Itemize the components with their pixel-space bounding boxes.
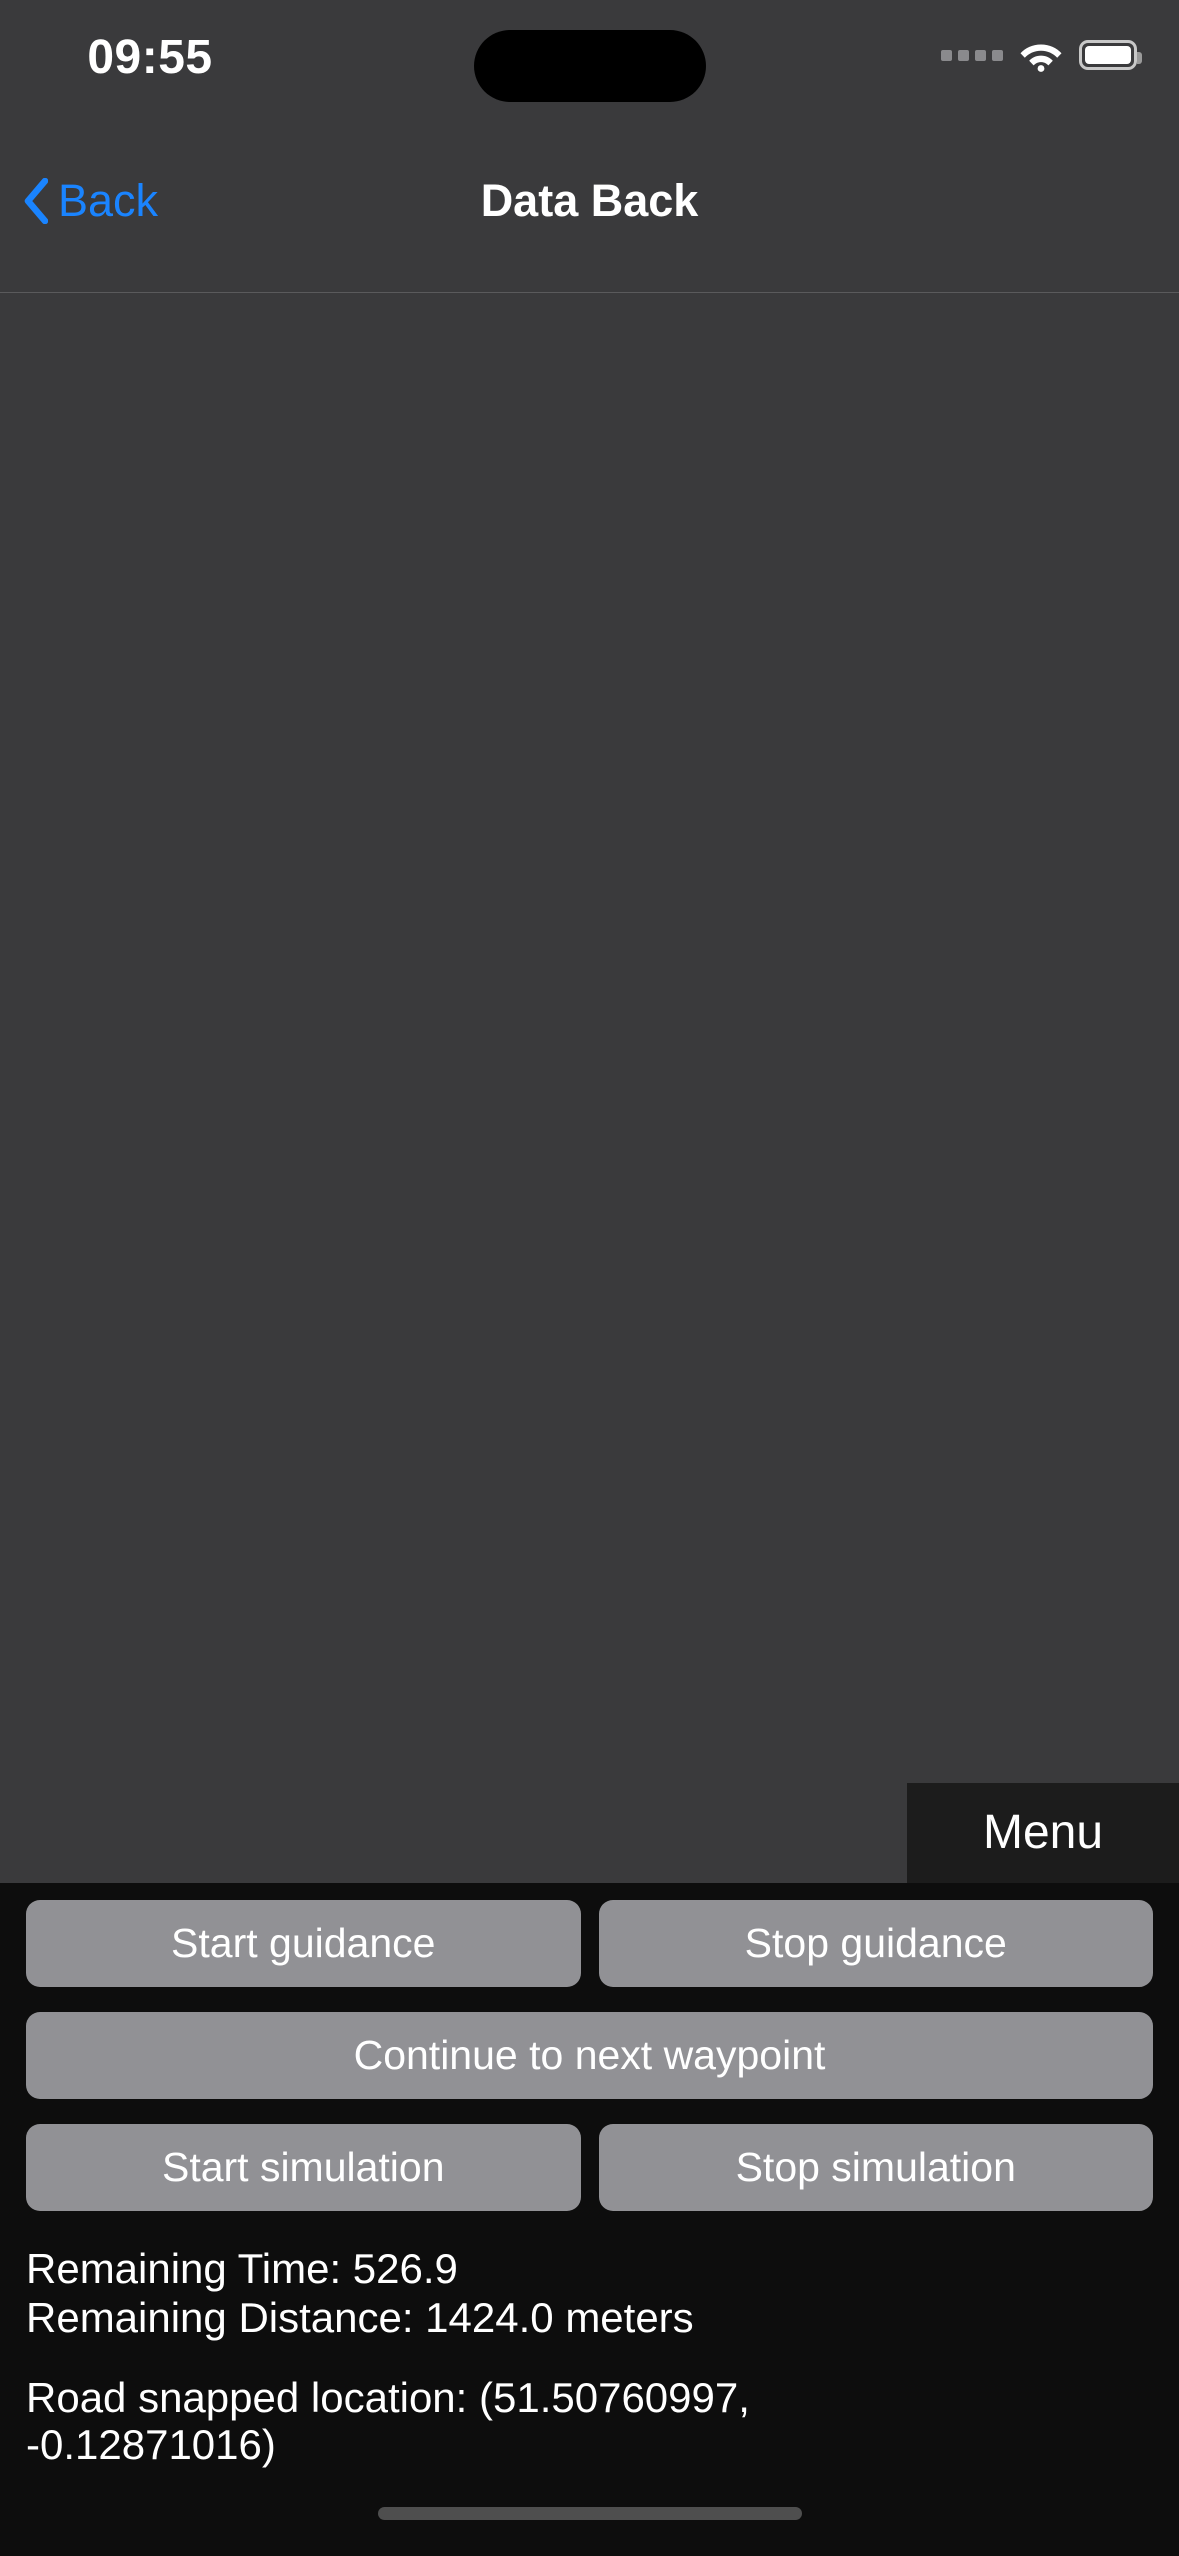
road-snapped-location-text: Road snapped location: (51.50760997, -0.…: [26, 2373, 750, 2468]
menu-button-label: Menu: [982, 1806, 1104, 1860]
stop-simulation-button[interactable]: Stop simulation: [598, 2123, 1153, 2211]
phone-screen: 09:55 Back Data Back Menu Start guidance…: [0, 0, 1179, 2556]
continue-to-next-waypoint-button[interactable]: Continue to next waypoint: [26, 2011, 1153, 2099]
telemetry-readout: Remaining Time: 526.9 Remaining Distance…: [26, 2236, 1153, 2468]
dynamic-island: [473, 30, 706, 102]
wifi-icon: [1020, 44, 1062, 72]
remaining-distance-text: Remaining Distance: 1424.0 meters: [26, 2293, 694, 2341]
start-simulation-button[interactable]: Start simulation: [26, 2123, 581, 2211]
remaining-time-text: Remaining Time: 526.9: [26, 2244, 458, 2292]
home-indicator-area: [0, 2470, 1179, 2556]
map-view[interactable]: Menu: [0, 293, 1179, 1883]
simulation-button-row: Start simulation Stop simulation: [26, 2123, 1153, 2211]
menu-button[interactable]: Menu: [907, 1782, 1179, 1883]
page-title: Data Back: [480, 175, 699, 226]
stop-guidance-button[interactable]: Stop guidance: [598, 1899, 1153, 1987]
home-indicator[interactable]: [377, 2506, 802, 2520]
status-bar-clock: 09:55: [87, 31, 213, 84]
cellular-signal-icon: [941, 49, 1003, 61]
status-bar-indicators: [941, 38, 1142, 72]
battery-icon: [1079, 40, 1142, 70]
start-guidance-button[interactable]: Start guidance: [26, 1899, 581, 1987]
navigation-bar: Back Data Back: [0, 110, 1179, 293]
guidance-button-row: Start guidance Stop guidance: [26, 1899, 1153, 1987]
control-panel: Start guidance Stop guidance Continue to…: [0, 1882, 1179, 2470]
waypoint-button-row: Continue to next waypoint: [26, 2011, 1153, 2099]
status-bar: 09:55: [0, 0, 1179, 110]
